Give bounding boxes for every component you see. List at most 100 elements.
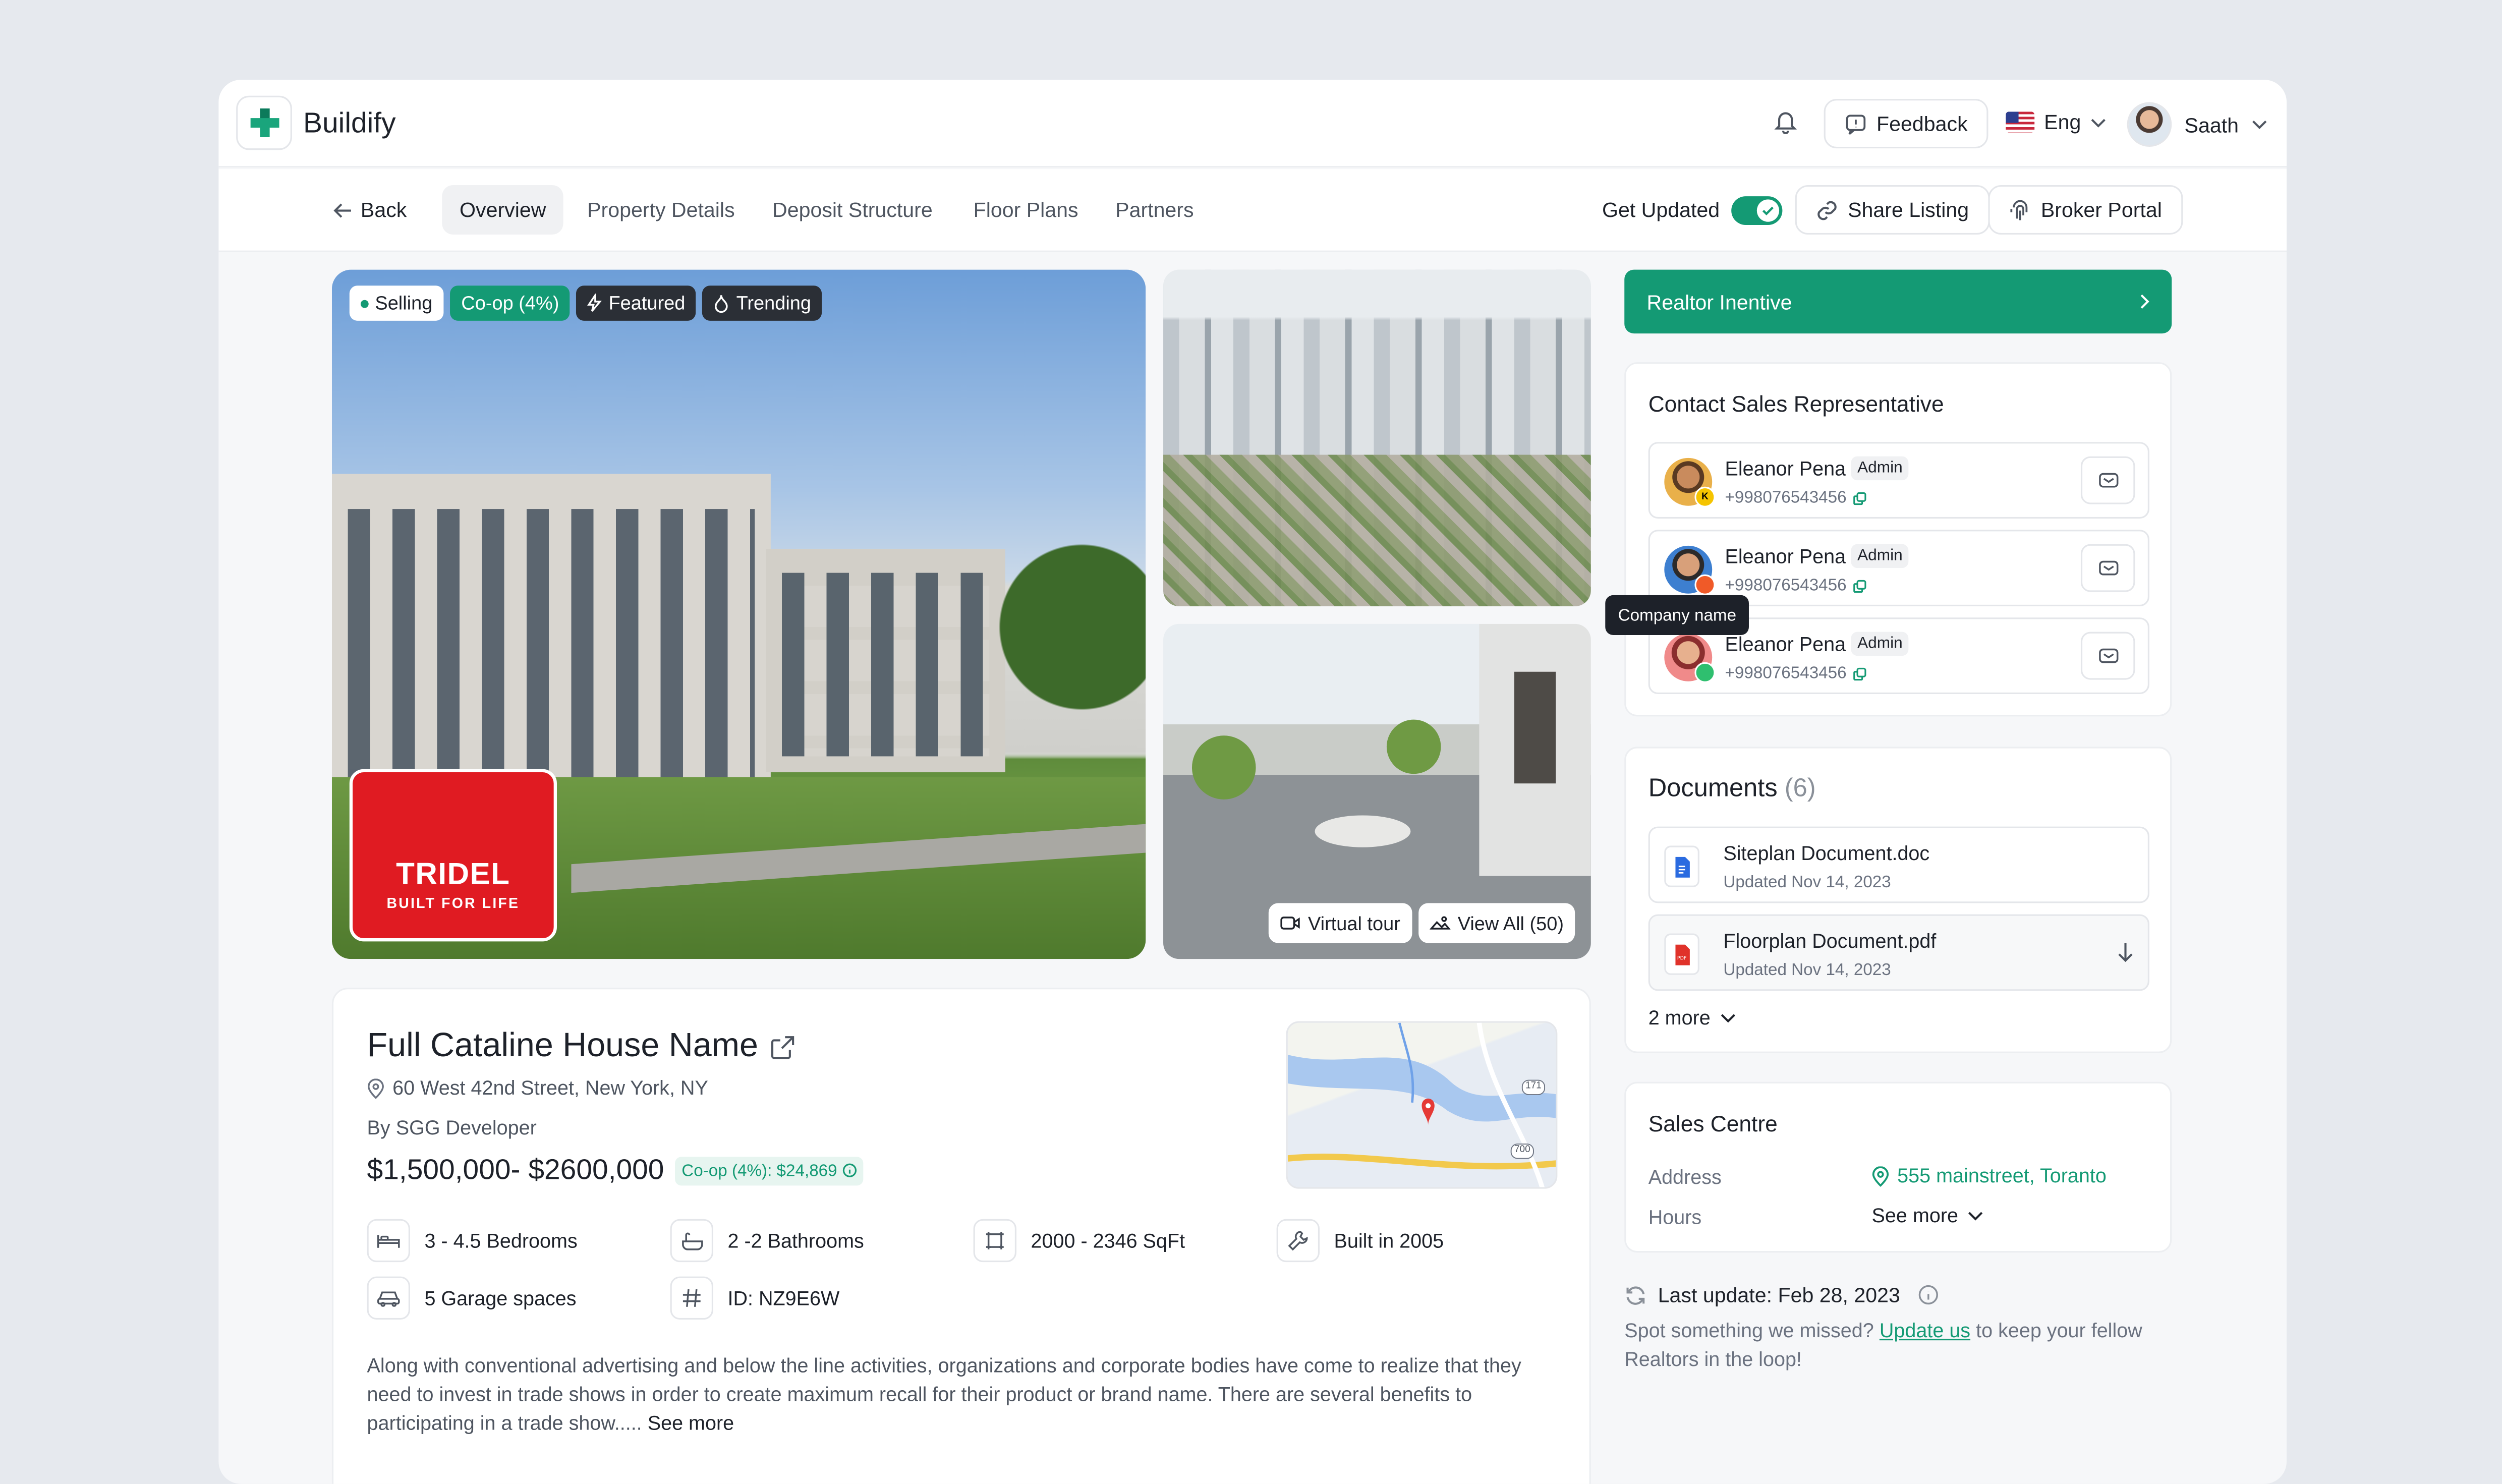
hours-see-more-button[interactable]: See more	[1872, 1205, 1984, 1227]
rep-phone: +998076543456	[1725, 664, 1867, 683]
broker-portal-button[interactable]: Broker Portal	[1988, 185, 2183, 235]
area-icon	[973, 1219, 1017, 1263]
update-prompt: Spot something we missed? Update us to k…	[1624, 1320, 2142, 1371]
tab-property-details[interactable]: Property Details	[570, 185, 752, 235]
gallery-actions: Virtual tour View All (50)	[1268, 903, 1575, 943]
bell-icon[interactable]	[1774, 108, 1803, 137]
update-us-link[interactable]: Update us	[1880, 1320, 1970, 1342]
chevron-down-icon	[2090, 118, 2107, 127]
file-updated: Updated Nov 14, 2023	[1723, 873, 1891, 892]
mail-icon	[2097, 472, 2118, 488]
documents-more-button[interactable]: 2 more	[1648, 1007, 1736, 1029]
feedback-icon	[1845, 112, 1867, 135]
file-name: Floorplan Document.pdf	[1723, 930, 1937, 953]
bed-icon	[367, 1219, 410, 1263]
fingerprint-icon	[2009, 199, 2031, 221]
chevron-down-icon	[1968, 1211, 1984, 1221]
rep-item[interactable]: K Eleanor Pena Admin +998076543456	[1648, 442, 2149, 519]
nav-bar: Back Overview Property Details Deposit S…	[218, 169, 2287, 252]
documents-card: Documents (6) Siteplan Document.doc Upda…	[1624, 747, 2172, 1053]
share-listing-button[interactable]: Share Listing	[1795, 185, 1990, 235]
feature-garage: 5 Garage spaces	[367, 1276, 577, 1320]
coop-tag: Co-op (4%)	[450, 286, 571, 321]
sales-centre-card: Sales Centre Address 555 mainstreet, Tor…	[1624, 1081, 2172, 1253]
map-highway-label: 700	[1514, 1146, 1530, 1156]
info-icon[interactable]	[1918, 1284, 1939, 1305]
documents-count: (6)	[1784, 775, 1816, 803]
email-button[interactable]	[2080, 632, 2135, 680]
tab-deposit-structure[interactable]: Deposit Structure	[755, 185, 950, 235]
address-label: Address	[1648, 1166, 1722, 1189]
hero-property-image[interactable]: Selling Co-op (4%) Featured Trending TRI…	[331, 269, 1146, 959]
image-icon	[1429, 915, 1450, 932]
trending-tag: Trending	[703, 286, 823, 321]
copy-icon[interactable]	[1853, 491, 1867, 505]
email-button[interactable]	[2080, 544, 2135, 592]
info-icon[interactable]	[842, 1163, 856, 1177]
tab-overview[interactable]: Overview	[442, 185, 564, 235]
selling-tag: Selling	[349, 286, 444, 321]
top-bar: Buildify Feedback Eng Saath	[218, 80, 2287, 168]
chevron-right-icon	[2140, 294, 2149, 310]
feature-bedrooms: 3 - 4.5 Bedrooms	[367, 1219, 578, 1263]
broker-portal-label: Broker Portal	[2040, 198, 2162, 222]
app-window: Buildify Feedback Eng Saath Back Overvie…	[218, 80, 2287, 1484]
contact-sales-title: Contact Sales Representative	[1648, 391, 1944, 417]
rep-name: Eleanor Pena	[1725, 545, 1846, 568]
file-name: Siteplan Document.doc	[1723, 842, 1930, 865]
last-update: Last update: Feb 28, 2023	[1624, 1283, 2167, 1307]
hash-icon	[670, 1276, 713, 1320]
document-item[interactable]: Siteplan Document.doc Updated Nov 14, 20…	[1648, 826, 2149, 903]
doc-file-icon	[1664, 845, 1699, 887]
flame-icon	[714, 294, 730, 313]
view-all-photos-button[interactable]: View All (50)	[1417, 903, 1575, 943]
share-listing-label: Share Listing	[1848, 198, 1969, 222]
copy-icon[interactable]	[1853, 666, 1867, 680]
aerial-view-image[interactable]	[1163, 269, 1591, 607]
tab-partners[interactable]: Partners	[1098, 185, 1211, 235]
rep-name: Eleanor Pena	[1725, 458, 1846, 481]
video-icon	[1279, 915, 1300, 932]
map-pin-icon	[367, 1077, 385, 1099]
external-link-icon[interactable]	[771, 1035, 794, 1058]
mail-icon	[2097, 560, 2118, 576]
feedback-button[interactable]: Feedback	[1824, 99, 1988, 149]
feature-area: 2000 - 2346 SqFt	[973, 1219, 1185, 1263]
map-highway-label: 171	[1525, 1081, 1542, 1092]
email-button[interactable]	[2080, 456, 2135, 504]
feature-built-year: Built in 2005	[1276, 1219, 1444, 1263]
download-icon[interactable]	[2118, 941, 2134, 963]
chevron-down-icon	[2251, 120, 2267, 129]
virtual-tour-button[interactable]: Virtual tour	[1268, 903, 1411, 943]
location-map[interactable]: 171 700	[1286, 1021, 1558, 1189]
user-name: Saath	[2184, 112, 2239, 137]
check-icon	[1756, 199, 1780, 222]
feedback-label: Feedback	[1876, 111, 1968, 136]
brand-logo-icon[interactable]	[236, 95, 292, 150]
tab-floor-plans[interactable]: Floor Plans	[956, 185, 1096, 235]
back-button[interactable]: Back	[316, 185, 424, 235]
copy-icon[interactable]	[1853, 579, 1867, 593]
address-link[interactable]: 555 mainstreet, Toranto	[1872, 1165, 2107, 1187]
get-updated-toggle[interactable]	[1731, 196, 1783, 225]
realtor-incentive-button[interactable]: Realtor Inentive	[1624, 269, 2172, 334]
realtor-incentive-label: Realtor Inentive	[1646, 290, 1792, 314]
document-item[interactable]: PDF Floorplan Document.pdf Updated Nov 1…	[1648, 914, 2149, 991]
contact-sales-card: Contact Sales Representative K Eleanor P…	[1624, 362, 2172, 717]
link-icon	[1816, 199, 1838, 221]
map-pin-icon	[1872, 1165, 1890, 1186]
property-address: 60 West 42nd Street, New York, NY	[367, 1077, 708, 1100]
language-select[interactable]: Eng	[2006, 110, 2107, 134]
description-see-more-link[interactable]: See more	[648, 1412, 734, 1435]
company-badge-icon	[1694, 574, 1716, 595]
user-menu[interactable]: Saath	[2127, 102, 2267, 147]
wrench-icon	[1276, 1219, 1320, 1263]
rep-phone: +998076543456	[1725, 576, 1867, 595]
us-flag-icon	[2006, 111, 2035, 133]
arrow-left-icon	[333, 202, 353, 218]
role-badge: Admin	[1851, 544, 1909, 568]
rep-name: Eleanor Pena	[1725, 633, 1846, 656]
get-updated-label: Get Updated	[1602, 198, 1720, 222]
terrace-view-image[interactable]: Virtual tour View All (50)	[1163, 623, 1591, 959]
coop-commission-badge: Co-op (4%): $24,869	[675, 1156, 863, 1185]
